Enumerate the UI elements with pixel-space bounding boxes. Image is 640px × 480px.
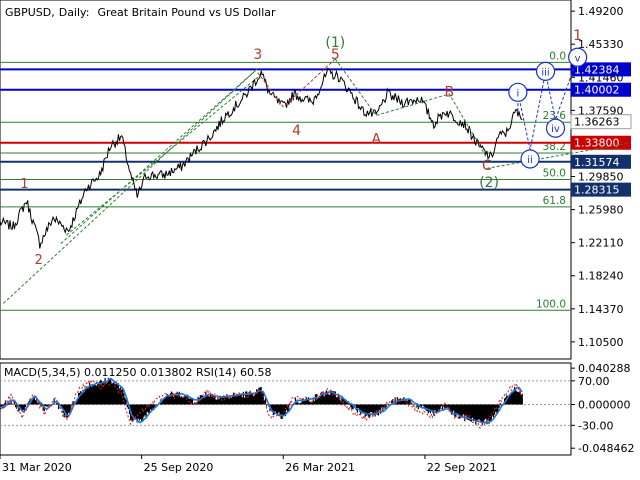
xtick-label: 22 Sep 2021	[427, 461, 497, 474]
indicator-ytick-label: 0.040288	[578, 362, 631, 375]
price-ytick-label: 1.10500	[578, 336, 624, 349]
wave-circle-label: ii	[527, 155, 533, 166]
indicator-ytick-label: -30.00	[578, 419, 613, 432]
wave-label: 3	[253, 47, 262, 63]
wave-label: B	[444, 85, 454, 101]
fib-level-label: 50.0	[543, 168, 566, 180]
xtick-label: 31 Mar 2020	[2, 461, 72, 474]
wave-label: 2	[35, 253, 43, 268]
wave-label: 1	[573, 28, 582, 44]
indicator-ytick-label: 70.00	[578, 375, 610, 388]
indicator-ytick-label: -0.048462	[578, 442, 634, 455]
chart-header-timeframe: Daily:	[59, 6, 90, 19]
price-ytick-label: 1.25980	[578, 204, 624, 217]
wave-circle-label: i	[516, 88, 519, 99]
xtick-label: 26 Mar 2021	[285, 461, 355, 474]
price-ytick-label: 1.22110	[578, 237, 624, 250]
wave-label: 1	[20, 177, 28, 192]
current-price-label: 1.36263	[574, 116, 620, 129]
price-level-label: 1.33800	[574, 137, 620, 150]
fib-level-label: 100.0	[536, 298, 566, 310]
price-level-label: 1.31574	[574, 156, 620, 169]
wave-label: C	[482, 158, 492, 174]
xtick-label: 25 Sep 2020	[144, 461, 214, 474]
wave-circle-label: v	[575, 53, 581, 64]
wave-circle-label: iii	[541, 67, 549, 78]
price-level-label: 1.40002	[574, 84, 620, 97]
price-level-label: 1.28315	[574, 184, 620, 197]
price-ytick-label: 1.14370	[578, 303, 624, 316]
price-ytick-label: 1.18240	[578, 270, 624, 283]
price-ytick-label: 1.29850	[578, 171, 624, 184]
price-ytick-label: 1.49200	[578, 5, 624, 18]
chart-header-description: Great Britain Pound vs US Dollar	[97, 6, 276, 19]
wave-circle-label: iv	[551, 124, 560, 135]
wave-label: 4	[292, 123, 301, 139]
chart-header-symbol: GBPUSD,	[5, 6, 55, 19]
wave-label: (1)	[325, 35, 345, 51]
wave-label: A	[371, 132, 381, 148]
fib-level-label: 61.8	[543, 195, 566, 207]
price-ytick-label: 1.45330	[578, 38, 624, 51]
wave-label: (2)	[479, 175, 499, 191]
gbpusd-daily-chart: 1.492001.453301.414601.375901.337201.298…	[0, 0, 640, 480]
indicator-ytick-label: 0.000000	[578, 398, 631, 411]
indicator-title: MACD(5,34,5) 0.011250 0.013802 RSI(14) 6…	[4, 366, 271, 379]
fib-level-label: 0.0	[549, 50, 566, 62]
